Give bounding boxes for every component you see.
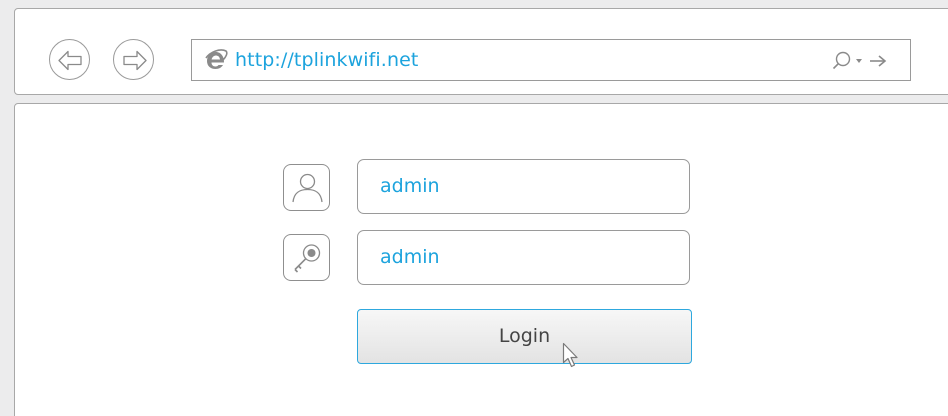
key-icon — [294, 244, 321, 273]
search-controls — [832, 51, 887, 70]
address-bar[interactable]: http://tplinkwifi.net — [191, 39, 911, 81]
mouse-cursor-icon — [562, 342, 578, 368]
go-arrow-icon[interactable] — [870, 55, 887, 67]
user-icon — [292, 173, 323, 203]
url-text[interactable]: http://tplinkwifi.net — [235, 40, 418, 80]
password-icon-box — [283, 234, 330, 281]
search-icon[interactable] — [832, 51, 851, 70]
dropdown-arrow-icon[interactable] — [856, 59, 862, 63]
browser-toolbar: http://tplinkwifi.net — [14, 8, 948, 95]
username-icon-box — [283, 164, 330, 211]
back-arrow-icon — [58, 50, 82, 71]
back-button[interactable] — [49, 39, 90, 80]
forward-button[interactable] — [113, 39, 154, 80]
internet-explorer-icon — [205, 49, 228, 69]
username-field[interactable]: admin — [357, 159, 690, 214]
forward-arrow-icon — [123, 50, 147, 71]
browser-window: http://tplinkwifi.net admin admin Login — [0, 0, 948, 416]
password-field[interactable]: admin — [357, 230, 690, 285]
login-button[interactable]: Login — [357, 309, 692, 364]
